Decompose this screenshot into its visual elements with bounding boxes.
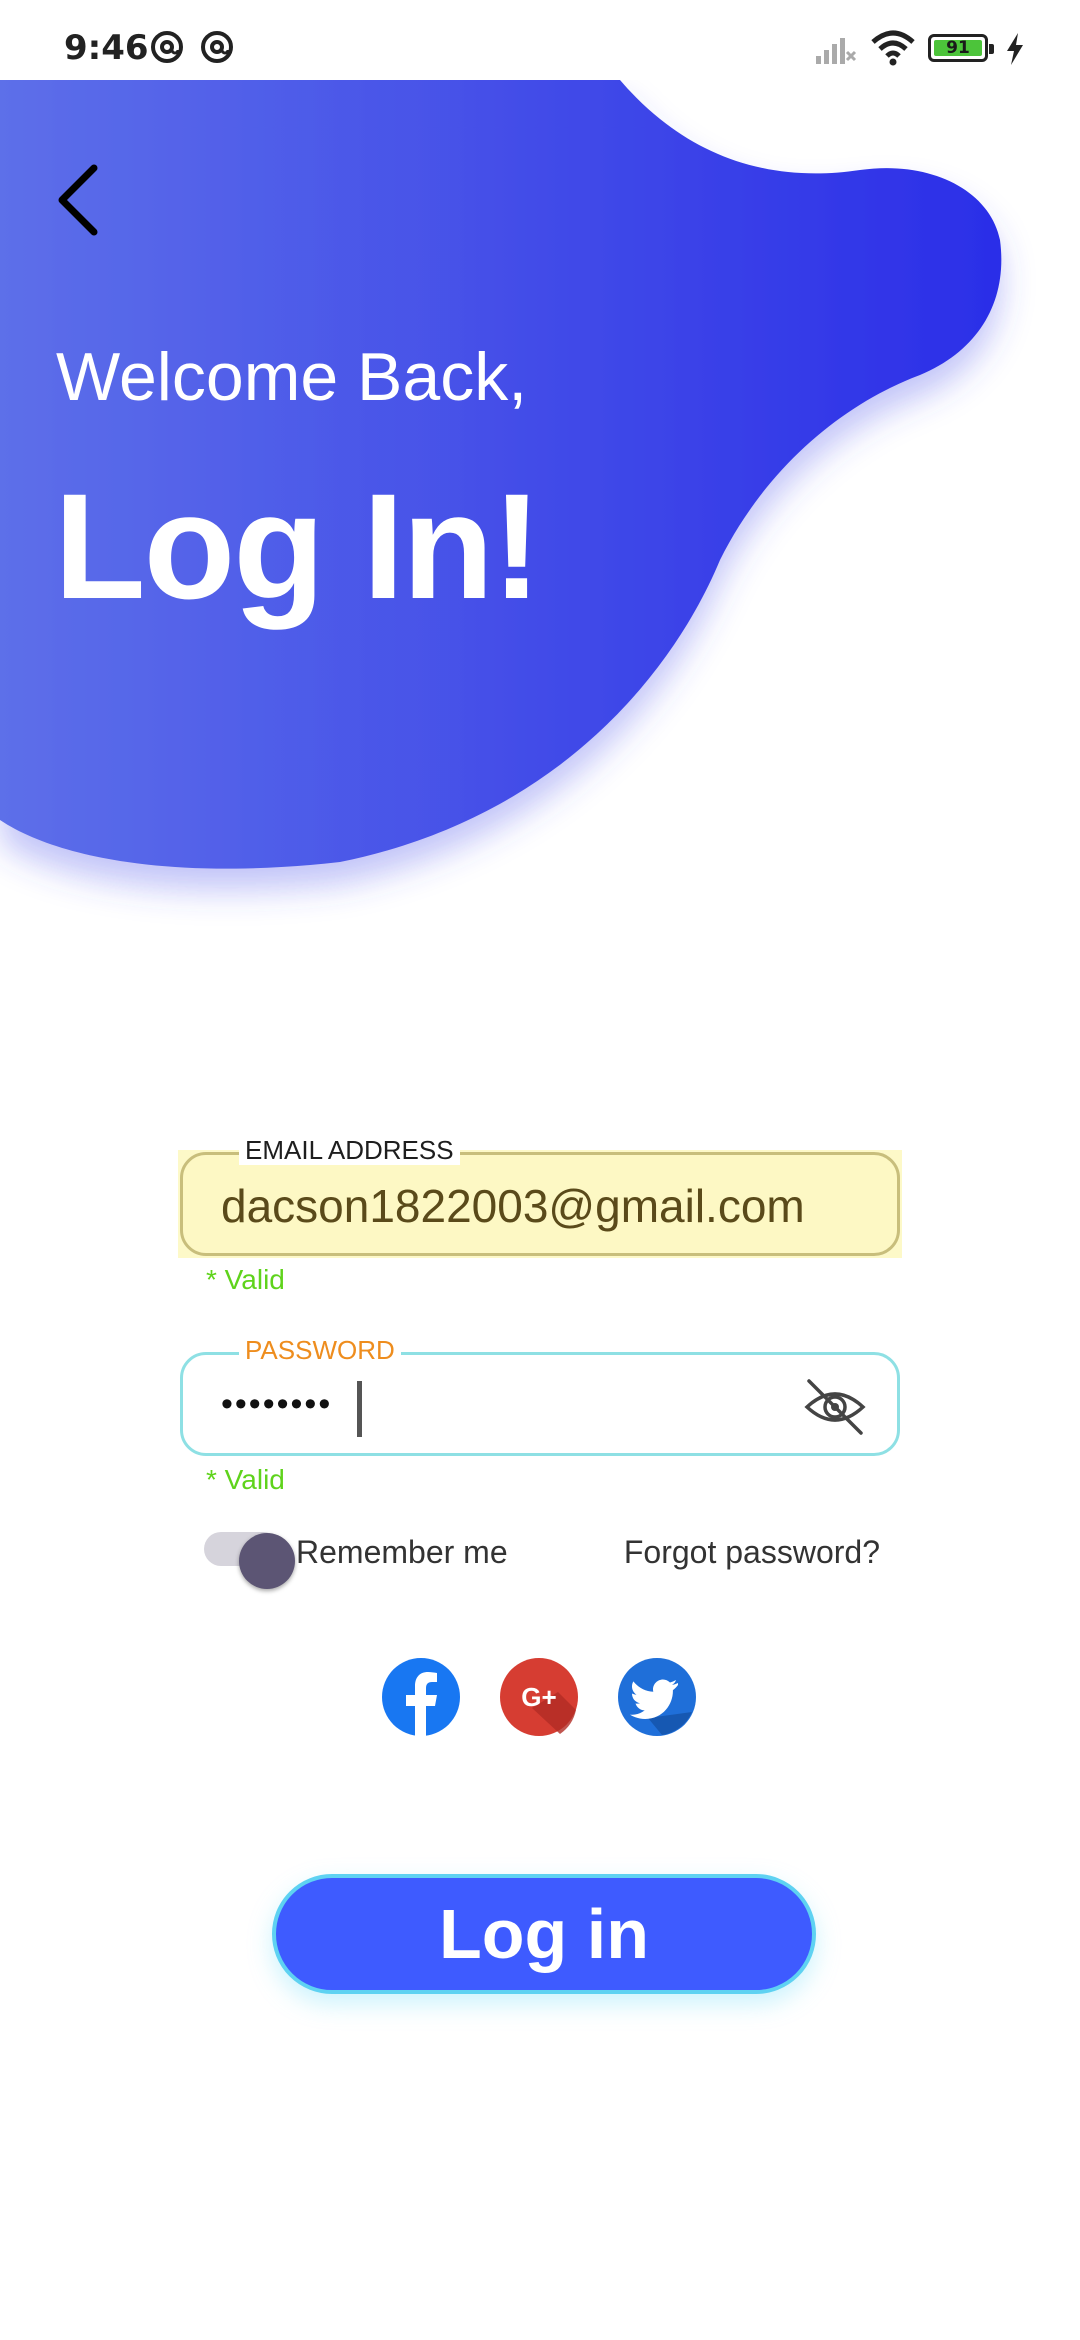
status-bar: 9:46 91: [0, 0, 1080, 80]
svg-text:G+: G+: [521, 1682, 556, 1712]
signal-icon: [816, 38, 857, 64]
remember-toggle[interactable]: [204, 1532, 295, 1589]
password-valid-text: * Valid: [206, 1464, 285, 1495]
password-value[interactable]: ••••••••: [221, 1385, 332, 1424]
at-sign-icon: [201, 31, 233, 63]
password-field[interactable]: PASSWORD ••••••••: [180, 1335, 900, 1456]
email-label: EMAIL ADDRESS: [239, 1135, 460, 1165]
login-button[interactable]: Log in: [272, 1874, 816, 1994]
back-arrow-icon[interactable]: [50, 160, 110, 240]
password-label: PASSWORD: [239, 1335, 401, 1365]
email-field[interactable]: EMAIL ADDRESS dacson1822003@gmail.com: [180, 1135, 900, 1256]
battery-icon: 91: [928, 34, 994, 62]
eye-off-icon[interactable]: [803, 1375, 867, 1439]
toggle-thumb: [239, 1533, 295, 1589]
facebook-icon: [382, 1658, 460, 1736]
twitter-icon: [618, 1658, 696, 1736]
google-plus-button[interactable]: G+: [500, 1658, 578, 1736]
at-sign-icon: [151, 31, 183, 63]
battery-level: 91: [934, 40, 982, 57]
email-valid-text: * Valid: [206, 1264, 285, 1295]
facebook-button[interactable]: [382, 1658, 460, 1736]
forgot-password-link[interactable]: Forgot password?: [624, 1534, 880, 1571]
page-title: Log In!: [54, 462, 542, 630]
status-time: 9:46: [64, 28, 149, 68]
charging-icon: [1007, 33, 1023, 65]
remember-row: Remember me Forgot password?: [200, 1520, 900, 1589]
remember-label: Remember me: [296, 1534, 508, 1570]
wifi-icon: [871, 30, 915, 66]
email-value[interactable]: dacson1822003@gmail.com: [221, 1179, 805, 1233]
text-caret: [357, 1381, 362, 1437]
google-plus-icon: G+: [500, 1658, 578, 1736]
twitter-button[interactable]: [618, 1658, 696, 1736]
welcome-text: Welcome Back,: [56, 339, 528, 415]
